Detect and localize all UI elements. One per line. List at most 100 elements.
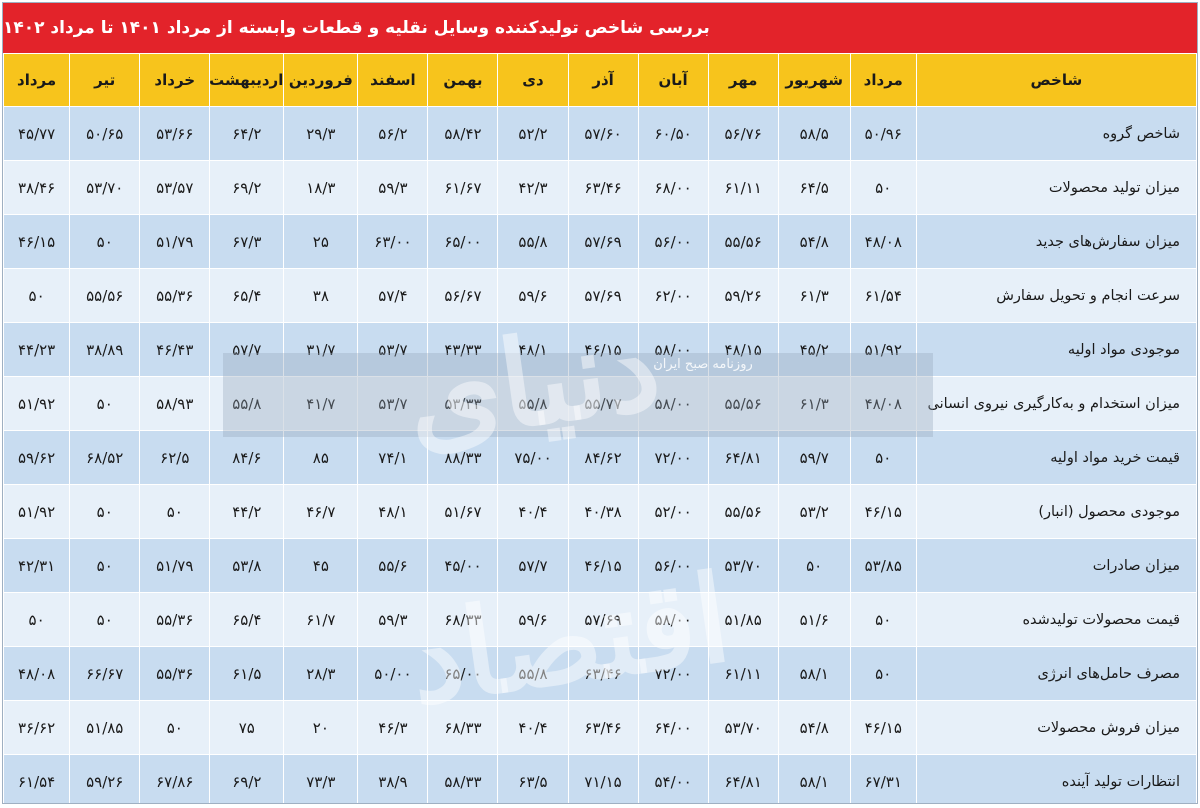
table-cell-value: ۵۹/۳ (357, 592, 429, 647)
table-row: سرعت انجام و تحویل سفارش ۶۱/۵۴ ۶۱/۳ ۵۹/۲۶ ۶۲… (3, 268, 1197, 323)
table-cell-value: ۶۸/۵۲ (69, 430, 141, 485)
table-cell-value: ۵۶/۰۰ (637, 538, 709, 593)
table-cell-value: ۴۶/۷ (283, 484, 359, 539)
table-cell-value: ۶۵/۰۰ (427, 214, 499, 269)
table-cell-value: ۵۱/۷۹ (139, 538, 211, 593)
table-cell-value: ۵۶/۲ (357, 106, 429, 161)
table-cell-value: ۶۱/۵ (209, 646, 285, 701)
table-cell-value: ۵۱/۹۲ (3, 484, 71, 539)
table-cell-value: ۵۳/۸۵ (849, 538, 917, 593)
header-month: مهر (707, 53, 779, 107)
table-cell-value: ۶۷/۸۶ (139, 754, 211, 803)
table-cell-value: ۶۴/۲ (209, 106, 285, 161)
table-cell-value: ۵۹/۶ (497, 592, 569, 647)
table-cell-value: ۶۳/۴۶ (567, 160, 639, 215)
table-cell-value: ۶۵/۰۰ (427, 646, 499, 701)
table-cell-value: ۶۸/۳۳ (427, 592, 499, 647)
header-month: بهمن (427, 53, 499, 107)
table-cell-value: ۶۳/۴۶ (567, 700, 639, 755)
table-cell-value: ۵۸/۱ (777, 646, 851, 701)
table-cell-value: ۵۱/۹۲ (3, 376, 71, 431)
table-cell-value: ۵۹/۲۶ (707, 268, 779, 323)
table-row: قیمت خرید مواد اولیه ۵۰ ۵۹/۷ ۶۴/۸۱ ۷۲/۰۰ ۸۴/۶… (3, 430, 1197, 485)
table-cell-value: ۵۰/۹۶ (849, 106, 917, 161)
table-cell-value: ۵۱/۶۷ (427, 484, 499, 539)
table-cell-value: ۵۶/۷۶ (707, 106, 779, 161)
table-cell-value: ۵۵/۷۷ (567, 376, 639, 431)
table-cell-value: ۳۸/۹ (357, 754, 429, 803)
header-month: شهریور (777, 53, 851, 107)
table-cell-value: ۵۳/۲ (777, 484, 851, 539)
table-cell-value: ۵۱/۷۹ (139, 214, 211, 269)
table-cell-value: ۵۸/۱ (777, 754, 851, 803)
table-cell-value: ۴۴/۲۳ (3, 322, 71, 377)
table-cell-value: ۵۵/۵۶ (707, 376, 779, 431)
table-cell-value: ۶۸/۳۳ (427, 700, 499, 755)
table-cell-value: ۷۴/۱ (357, 430, 429, 485)
table-cell-value: ۴۲/۳ (497, 160, 569, 215)
row-indicator-name: مصرف حامل‌های انرژی (915, 646, 1197, 701)
table-row: میزان صادرات ۵۳/۸۵ ۵۰ ۵۳/۷۰ ۵۶/۰۰ ۴۶/۱۵ ۵۷/۷ ۴۵… (3, 538, 1197, 593)
row-indicator-name: میزان فروش محصولات (915, 700, 1197, 755)
table-cell-value: ۴۸/۰۸ (849, 214, 917, 269)
table-cell-value: ۵۷/۷ (497, 538, 569, 593)
table-cell-value: ۵۹/۳ (357, 160, 429, 215)
table-cell-value: ۴۵/۲ (777, 322, 851, 377)
table-cell-value: ۵۸/۳۳ (427, 754, 499, 803)
table-cell-value: ۶۳/۰۰ (357, 214, 429, 269)
table-cell-value: ۳۸ (283, 268, 359, 323)
table-cell-value: ۵۳/۳۳ (427, 376, 499, 431)
table-cell-value: ۵۵/۳۶ (139, 592, 211, 647)
table-cell-value: ۶۱/۳ (777, 376, 851, 431)
table-cell-value: ۵۳/۷۰ (707, 538, 779, 593)
table-cell-value: ۶۱/۵۴ (3, 754, 71, 803)
table-cell-value: ۴۵/۷۷ (3, 106, 71, 161)
table-cell-value: ۶۴/۸۱ (707, 430, 779, 485)
table-cell-value: ۶۶/۶۷ (69, 646, 141, 701)
table-cell-value: ۵۸/۰۰ (637, 376, 709, 431)
table-cell-value: ۶۲/۰۰ (637, 268, 709, 323)
table-body: شاخص گروه ۵۰/۹۶ ۵۸/۵ ۵۶/۷۶ ۶۰/۵۰ ۵۷/۶۰ ۵۲/۲ ۵۸/… (3, 106, 1197, 803)
table-cell-value: ۳۸/۴۶ (3, 160, 71, 215)
table-cell-value: ۴۶/۱۵ (849, 700, 917, 755)
table-cell-value: ۵۰ (849, 646, 917, 701)
table-cell-value: ۵۰ (849, 160, 917, 215)
table-cell-value: ۲۰ (283, 700, 359, 755)
table-cell-value: ۳۸/۸۹ (69, 322, 141, 377)
header-month: مرداد (3, 53, 71, 107)
table-cell-value: ۵۳/۷۰ (707, 700, 779, 755)
table-cell-value: ۵۹/۶ (497, 268, 569, 323)
header-month: دی (497, 53, 569, 107)
table-cell-value: ۵۳/۸ (209, 538, 285, 593)
table-cell-value: ۴۶/۱۵ (567, 538, 639, 593)
table-cell-value: ۵۰ (139, 484, 211, 539)
table-cell-value: ۳۶/۶۲ (3, 700, 71, 755)
table-row: موجودی مواد اولیه ۵۱/۹۲ ۴۵/۲ ۴۸/۱۵ ۵۸/۰۰ ۴۶/۱… (3, 322, 1197, 377)
header-month: خرداد (139, 53, 211, 107)
table-cell-value: ۶۹/۲ (209, 160, 285, 215)
table-cell-value: ۲۹/۳ (283, 106, 359, 161)
row-indicator-name: شاخص گروه (915, 106, 1197, 161)
table-cell-value: ۵۵/۵۶ (69, 268, 141, 323)
row-indicator-name: میزان تولید محصولات (915, 160, 1197, 215)
table-cell-value: ۴۸/۰۸ (849, 376, 917, 431)
table-cell-value: ۶۵/۴ (209, 268, 285, 323)
table-cell-value: ۵۳/۷ (357, 376, 429, 431)
table-cell-value: ۴۵ (283, 538, 359, 593)
table-cell-value: ۵۵/۸ (497, 214, 569, 269)
table-cell-value: ۲۵ (283, 214, 359, 269)
table-row: قیمت محصولات تولیدشده ۵۰ ۵۱/۶ ۵۱/۸۵ ۵۸/۰۰ ۵۷/… (3, 592, 1197, 647)
header-month: آبان (637, 53, 709, 107)
table-cell-value: ۶۲/۵ (139, 430, 211, 485)
table-cell-value: ۵۱/۹۲ (849, 322, 917, 377)
table-cell-value: ۵۳/۷ (357, 322, 429, 377)
table-cell-value: ۴۵/۰۰ (427, 538, 499, 593)
table-cell-value: ۶۱/۵۴ (849, 268, 917, 323)
table-row: میزان سفارش‌های جدید ۴۸/۰۸ ۵۴/۸ ۵۵/۵۶ ۵۶/۰۰ ۵… (3, 214, 1197, 269)
table-cell-value: ۴۰/۴ (497, 700, 569, 755)
table-cell-value: ۵۶/۶۷ (427, 268, 499, 323)
table-cell-value: ۴۱/۷ (283, 376, 359, 431)
table-cell-value: ۵۶/۰۰ (637, 214, 709, 269)
table-cell-value: ۶۹/۲ (209, 754, 285, 803)
table-cell-value: ۶۷/۳۱ (849, 754, 917, 803)
